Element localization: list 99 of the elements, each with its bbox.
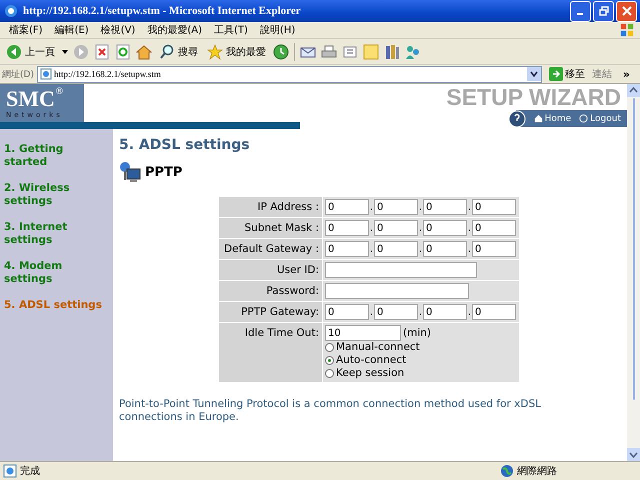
field-label: PPTP Gateway: [219,302,322,322]
search-button[interactable]: 搜尋 [157,44,200,60]
section-title: PPTP [145,164,182,180]
restore-icon [598,6,608,16]
ip-octet-field[interactable]: 0 [374,199,418,215]
search-icon [159,44,175,60]
radio-button[interactable] [325,356,334,365]
ip-octet-field[interactable]: 0 [325,220,369,236]
ip-octet-field[interactable]: 0 [472,220,516,236]
page-heading: 5. ADSL settings [119,137,251,153]
separator-dot: . [418,244,423,254]
field-label: Idle Time Out: [219,323,322,382]
radio-button[interactable] [325,343,334,352]
page-icon [40,68,52,80]
stop-icon[interactable] [94,44,110,60]
network-computer-icon [119,161,141,183]
address-label: 網址(D) [2,68,34,80]
ip-octet-field[interactable]: 0 [325,304,369,320]
house-icon [534,114,543,123]
logo-text: SMC [6,87,55,111]
separator-dot: . [467,306,472,318]
ip-octet-field[interactable]: 0 [423,199,467,215]
separator-dot: . [369,202,374,212]
ip-octet-field[interactable]: 0 [374,220,418,236]
ip-octet-field[interactable]: 0 [374,241,418,257]
window-title: http://192.168.2.1/setupw.stm - Microsoft Internet Explorer [23,5,302,17]
ip-octet-field[interactable]: 0 [472,199,516,215]
separator-dot: . [418,306,423,318]
close-icon [622,6,632,16]
help-icon[interactable] [508,110,526,128]
radio-button[interactable] [325,369,334,378]
registered-mark: ® [54,87,64,97]
menu-item[interactable]: 檢視(V) [94,23,142,37]
home-icon[interactable] [136,44,152,60]
windows-logo-icon [620,23,634,37]
separator-dot: . [418,202,423,212]
nav-link[interactable]: Logout [579,114,621,124]
favorites-button[interactable]: 我的最愛 [205,44,268,60]
books-icon[interactable] [384,44,400,60]
separator-dot: . [467,244,472,254]
option-label: Auto-connect [336,354,406,367]
ip-octet-field[interactable]: 0 [325,199,369,215]
close-button[interactable] [616,0,637,22]
ip-octet-field[interactable]: 0 [472,304,516,320]
ip-octet-field[interactable]: 0 [423,304,467,320]
circle-icon [579,114,588,123]
ip-octet-field[interactable]: 0 [374,304,418,320]
go-button[interactable]: 移至 [544,67,589,81]
separator-dot: . [467,222,472,234]
banner-title: SETUP WIZARD [446,84,622,110]
field-label: Default Gateway : [219,239,322,259]
page-icon [3,464,17,478]
description-text: Point-to-Point Tunneling Protocol is a common connection method used for xDSL connections in Europe. [119,398,542,424]
ip-octet-field[interactable]: 0 [472,241,516,257]
menu-item[interactable]: 說明(H) [254,23,302,37]
scroll-down-icon[interactable] [627,448,640,461]
edit-icon[interactable] [342,44,358,60]
unit-label: (min) [403,327,431,339]
back-button[interactable]: 上一頁 [4,44,57,60]
menu-item[interactable]: 編輯(E) [48,23,95,37]
dropdown-caret-icon[interactable] [62,50,68,54]
minimize-button[interactable] [570,0,591,22]
menu-item[interactable]: 我的最愛(A) [141,23,208,37]
globe-icon [500,464,514,478]
field-label: Subnet Mask : [219,218,322,238]
text-field[interactable] [325,283,469,299]
menu-item[interactable]: 檔案(F) [3,23,49,37]
separator-dot: . [467,202,472,212]
text-field[interactable] [325,262,477,278]
ip-octet-field[interactable]: 0 [423,220,467,236]
history-icon[interactable] [273,44,289,60]
status-text: 完成 [20,464,40,478]
ip-octet-field[interactable]: 0 [325,241,369,257]
print-icon[interactable] [321,44,337,60]
links-label[interactable]: 連結 [592,67,612,81]
scroll-up-icon[interactable] [627,84,640,97]
address-field[interactable]: http://192.168.2.1/setupw.stm [36,66,542,82]
field-label: User ID: [219,260,322,280]
separator-dot: . [418,222,423,234]
restore-button[interactable] [593,0,614,22]
option-label: Manual-connect [336,341,420,354]
separator-dot: . [369,222,374,234]
field-label: Password: [219,281,322,301]
separator-dot: . [369,244,374,254]
separator-dot: . [369,306,374,318]
zone-text: 網際網路 [517,465,557,478]
nav-link[interactable]: Home [534,114,572,124]
people-icon[interactable] [405,44,421,60]
field-label: IP Address : [219,197,322,217]
browser-icon [3,3,19,19]
timeout-field[interactable]: 10 [325,325,401,341]
dropdown-icon[interactable] [526,67,541,81]
minimize-icon [576,13,582,15]
ip-octet-field[interactable]: 0 [423,241,467,257]
refresh-icon[interactable] [115,44,131,60]
option-label: Keep session [336,367,404,380]
more-chevron[interactable]: » [614,68,638,80]
star-icon [207,44,223,60]
menu-item[interactable]: 工具(T) [208,23,254,37]
